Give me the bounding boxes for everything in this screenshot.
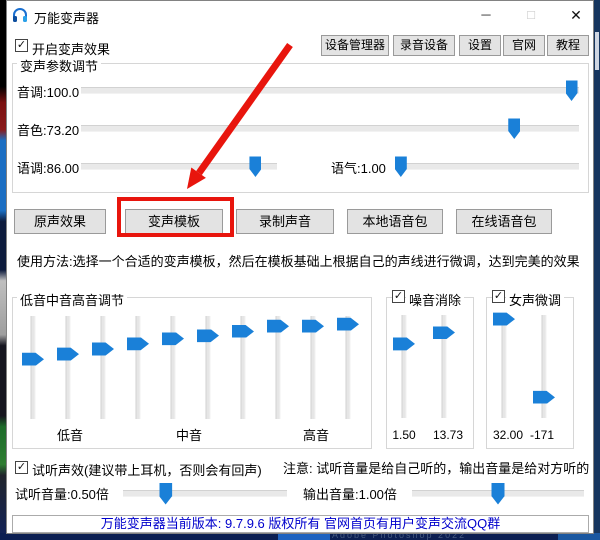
eq-thumb-7[interactable] [232,325,254,338]
female-value-2: -171 [520,428,564,442]
eq-slider-9[interactable] [301,316,325,419]
eq-thumb-1[interactable] [22,353,44,366]
eq-band-label-high: 高音 [303,425,329,444]
timbre-label: 音色:73.20 [17,120,79,139]
noise-slider-1[interactable] [392,315,416,418]
noise-slider-2[interactable] [432,315,456,418]
tone-slider[interactable] [399,163,579,170]
slider-track [136,316,141,419]
eq-thumb-10[interactable] [337,318,359,331]
eq-slider-8[interactable] [266,316,290,419]
recording-device-button[interactable]: 录音设备 [393,35,455,56]
online-voicepack-button[interactable]: 在线语音包 [456,209,552,234]
usage-note: 使用方法:选择一个合适的变声模板，然后在模板基础上根据自己的声线进行微调，达到完… [17,251,580,270]
intonation-slider[interactable] [81,163,277,170]
tutorial-button[interactable]: 教程 [547,35,589,56]
taskbar-segment [558,533,600,540]
eq-thumb-5[interactable] [162,332,184,345]
female-slider-2[interactable] [532,315,556,418]
eq-thumb-4[interactable] [127,337,149,350]
slider-track [66,316,71,419]
eq-thumb-2[interactable] [57,348,79,361]
eq-slider-1[interactable] [21,316,45,419]
slider-track [101,316,106,419]
slider-track [31,316,36,419]
settings-button[interactable]: 设置 [459,35,501,56]
screen: Adobe Photoshop 2022 万能变声器 ─ □ ✕ 开启变声效果 … [0,0,600,540]
female-tune-checkbox[interactable] [492,290,505,303]
listen-volume-slider[interactable] [123,490,287,497]
timbre-slider[interactable] [81,125,579,132]
eq-slider-7[interactable] [231,316,255,419]
desktop-panel-sliver [595,32,599,70]
volume-note: 注意: 试听音量是给自己听的，输出音量是给对方听的 [283,458,589,477]
record-sound-button[interactable]: 录制声音 [236,209,334,234]
pitch-slider[interactable] [81,87,579,94]
status-bar: 万能变声器当前版本: 9.7.9.6 版权所有 官网首页有用户变声交流QQ群 [12,515,589,533]
female-slider-1[interactable] [492,315,516,418]
desktop-edge-bottom: Adobe Photoshop 2022 [0,533,600,540]
titlebar[interactable]: 万能变声器 ─ □ ✕ [7,1,593,29]
listen-volume-label: 试听音量:0.50倍 [15,484,109,503]
intonation-label: 语调:86.00 [17,158,79,177]
noise-value-2: 13.73 [426,428,470,442]
eq-slider-4[interactable] [126,316,150,419]
noise-thumb-1[interactable] [393,337,415,350]
voice-changer-window: 万能变声器 ─ □ ✕ 开启变声效果 设备管理器 录音设备 设置 官网 教程 变… [6,0,594,534]
equalizer-group-title: 低音中音高音调节 [17,290,127,309]
noise-value-1: 1.50 [382,428,426,442]
eq-slider-5[interactable] [161,316,185,419]
eq-thumb-6[interactable] [197,329,219,342]
eq-thumb-3[interactable] [92,342,114,355]
eq-thumb-9[interactable] [302,320,324,333]
slider-track [171,316,176,419]
close-button[interactable]: ✕ [555,1,597,29]
device-manager-button[interactable]: 设备管理器 [321,35,389,56]
listen-volume-thumb[interactable] [159,483,172,505]
eq-slider-10[interactable] [336,316,360,419]
original-sound-button[interactable]: 原声效果 [14,209,106,234]
slider-track [502,315,507,418]
eq-thumb-8[interactable] [267,320,289,333]
taskbar-segment [278,533,330,540]
monitor-label: 试听声效(建议带上耳机，否则会有回声) [32,460,262,479]
output-volume-label: 输出音量:1.00倍 [303,484,397,503]
noise-reduction-label: 噪音消除 [406,290,464,309]
eq-band-label-low: 低音 [57,425,83,444]
local-voicepack-button[interactable]: 本地语音包 [347,209,443,234]
headphones-icon [11,6,29,24]
slider-track [346,316,351,419]
monitor-checkbox[interactable] [15,461,28,474]
eq-slider-3[interactable] [91,316,115,419]
female-tune-label: 女声微调 [506,290,564,309]
eq-band-label-mid: 中音 [176,425,202,444]
minimize-button[interactable]: ─ [465,1,507,29]
eq-slider-2[interactable] [56,316,80,419]
voice-template-button[interactable]: 变声模板 [125,209,223,234]
noise-reduction-checkbox[interactable] [392,290,405,303]
maximize-button[interactable]: □ [510,1,552,29]
noise-thumb-2[interactable] [433,326,455,339]
slider-track [402,315,407,418]
eq-slider-6[interactable] [196,316,220,419]
female-thumb-1[interactable] [493,313,515,326]
params-group-title: 变声参数调节 [17,56,101,75]
window-title: 万能变声器 [34,8,99,27]
enable-effect-checkbox[interactable] [15,39,28,52]
output-volume-slider[interactable] [412,490,584,497]
official-site-button[interactable]: 官网 [503,35,545,56]
female-thumb-2[interactable] [533,391,555,404]
pitch-label: 音调:100.0 [17,82,79,101]
tone-label: 语气:1.00 [331,158,386,177]
output-volume-thumb[interactable] [492,483,505,505]
desktop-edge-right [594,0,600,533]
